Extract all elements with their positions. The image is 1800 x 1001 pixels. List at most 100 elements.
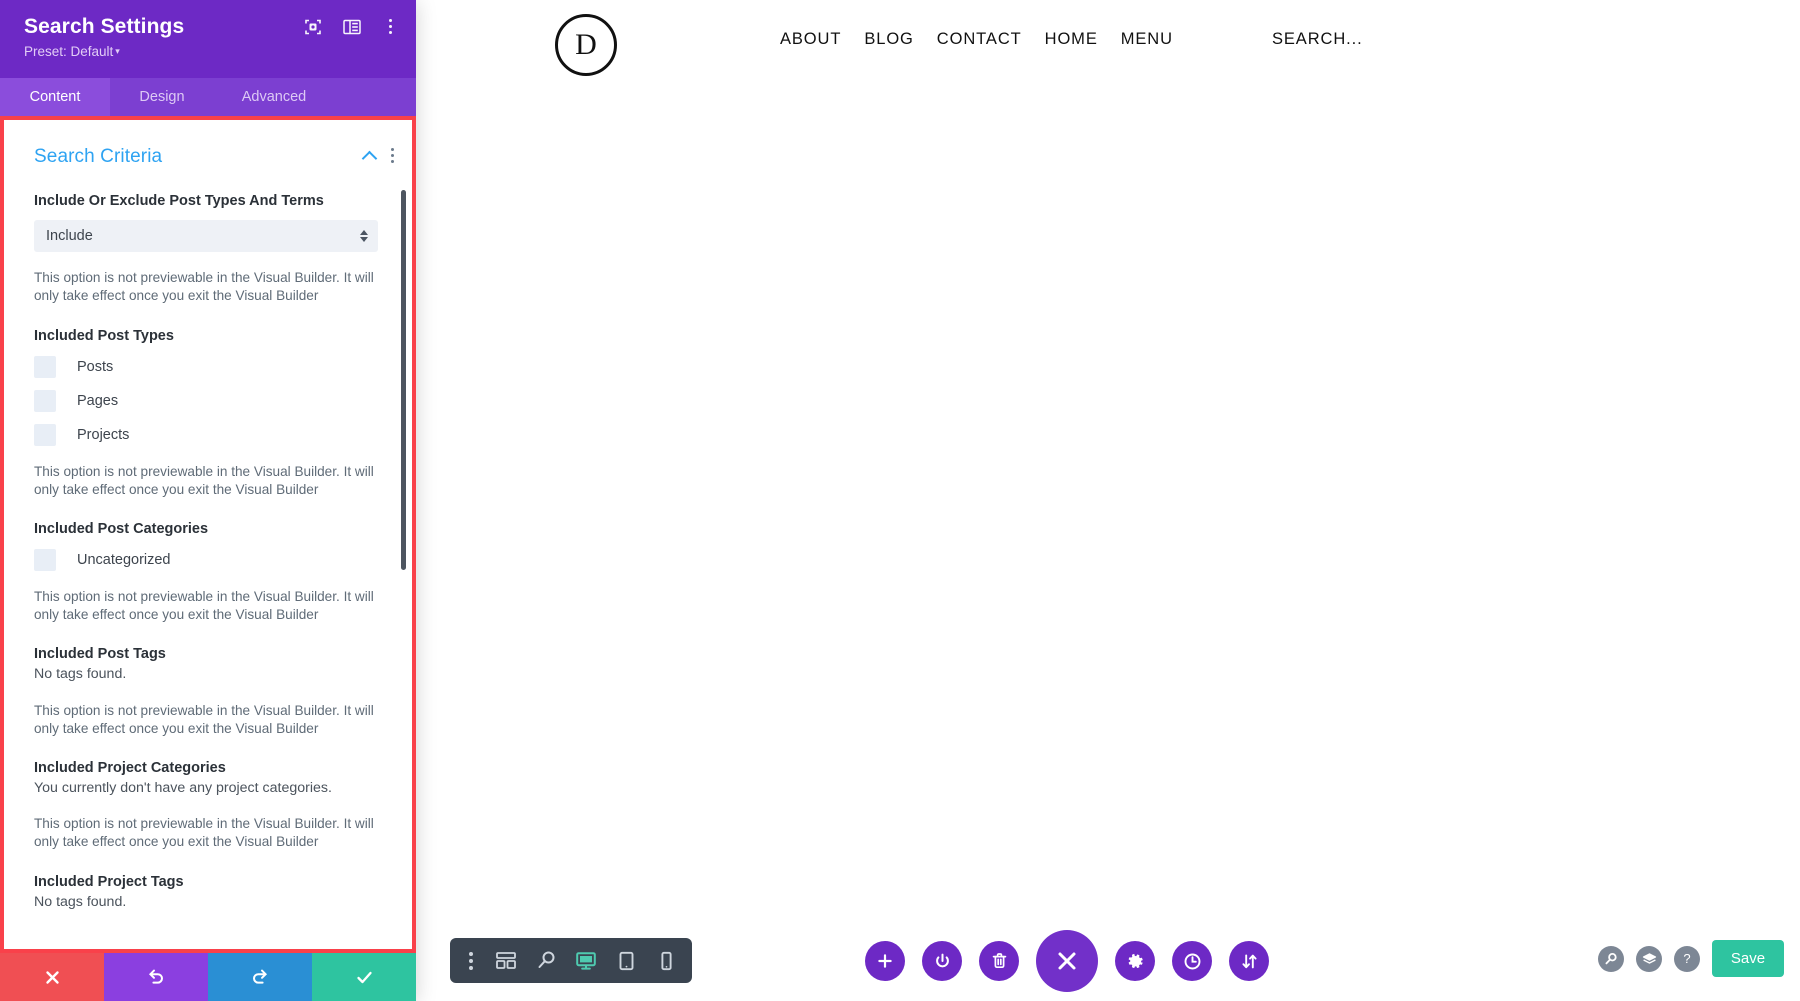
project-categories-empty-text: You currently don't have any project cat… — [34, 779, 332, 796]
tab-advanced[interactable]: Advanced — [214, 78, 334, 116]
layout-columns-icon[interactable] — [342, 17, 361, 36]
preset-label: Preset: Default — [24, 44, 114, 60]
more-vertical-dots — [469, 951, 473, 970]
label-included-post-tags: Included Post Tags — [34, 646, 166, 663]
clock-icon — [1184, 953, 1200, 969]
history-button[interactable] — [1172, 941, 1212, 981]
checkbox-projects[interactable]: Projects — [34, 423, 386, 446]
gear-icon — [1128, 953, 1143, 968]
help-text-include-exclude: This option is not previewable in the Vi… — [34, 270, 374, 304]
plus-icon — [878, 954, 892, 968]
checkbox-label: Projects — [77, 426, 130, 443]
nav-item-menu[interactable]: MENU — [1121, 30, 1173, 49]
undo-button[interactable] — [104, 953, 208, 1001]
nav-item-contact[interactable]: CONTACT — [937, 30, 1022, 49]
checkbox-box[interactable] — [34, 355, 56, 378]
nav-item-home[interactable]: HOME — [1045, 30, 1098, 49]
undo-icon — [148, 969, 163, 984]
modal-body-highlight: Search Criteria Include Or Exclude Post … — [0, 116, 416, 953]
modal-tabs: Content Design Advanced — [0, 78, 416, 116]
site-logo[interactable]: D — [555, 14, 617, 76]
settings-button[interactable] — [1115, 941, 1155, 981]
help-button[interactable]: ? — [1674, 945, 1700, 972]
nav-item-blog[interactable]: BLOG — [864, 30, 913, 49]
scrollbar-thumb[interactable] — [401, 190, 406, 570]
help-text-project-categories: This option is not previewable in the Vi… — [34, 816, 374, 850]
layers-icon — [1642, 952, 1656, 964]
chevron-down-icon: ▾ — [115, 46, 120, 57]
modal-header-icons — [303, 17, 400, 36]
focus-target-icon[interactable] — [303, 17, 322, 36]
more-vertical-icon[interactable] — [391, 148, 394, 163]
phone-view-icon[interactable] — [646, 938, 686, 983]
checkbox-label: Uncategorized — [77, 551, 171, 568]
sort-arrows-icon — [1241, 953, 1257, 968]
close-menu-button[interactable] — [1036, 930, 1098, 992]
settings-fields: Include Or Exclude Post Types And Terms … — [4, 192, 412, 912]
help-text-post-tags: This option is not previewable in the Vi… — [34, 702, 374, 736]
builder-actions-toolbar — [865, 930, 1269, 992]
zoom-out-view-icon[interactable] — [526, 938, 566, 983]
include-exclude-select[interactable]: Include — [34, 220, 378, 253]
cancel-button[interactable] — [0, 953, 104, 1001]
tablet-view-icon[interactable] — [606, 938, 646, 983]
checkbox-uncategorized[interactable]: Uncategorized — [34, 548, 386, 571]
include-exclude-value: Include — [46, 228, 93, 245]
tab-design[interactable]: Design — [110, 78, 214, 116]
redo-button[interactable] — [208, 953, 312, 1001]
redo-icon — [253, 969, 268, 984]
question-icon: ? — [1683, 951, 1691, 966]
modal-body: Search Criteria Include Or Exclude Post … — [4, 120, 412, 949]
preset-selector[interactable]: Preset: Default ▾ — [24, 44, 396, 59]
site-search-label[interactable]: SEARCH... — [1272, 30, 1363, 49]
site-nav: ABOUT BLOG CONTACT HOME MENU — [780, 30, 1173, 49]
section-header-search-criteria[interactable]: Search Criteria — [4, 120, 412, 176]
save-button[interactable]: Save — [1712, 940, 1784, 977]
builder-utility-toolbar: ? Save — [1598, 940, 1784, 977]
checkbox-label: Posts — [77, 358, 114, 375]
tab-content[interactable]: Content — [0, 78, 110, 116]
power-icon — [935, 953, 949, 967]
toolbar-more-icon[interactable] — [456, 938, 486, 983]
desktop-view-icon[interactable] — [566, 938, 606, 983]
layers-button[interactable] — [1636, 945, 1662, 972]
close-icon — [45, 970, 59, 984]
label-included-post-categories: Included Post Categories — [34, 520, 209, 537]
logo-letter: D — [575, 28, 597, 61]
checkbox-box[interactable] — [34, 423, 56, 446]
post-tags-empty-text: No tags found. — [34, 666, 127, 683]
trash-icon — [992, 953, 1006, 969]
checkbox-label: Pages — [77, 392, 119, 409]
chevron-up-icon[interactable] — [363, 149, 377, 163]
apply-button[interactable] — [312, 953, 416, 1001]
chevron-updown-icon — [360, 230, 368, 243]
close-icon — [1058, 952, 1076, 970]
add-module-button[interactable] — [865, 941, 905, 981]
modal-footer — [0, 953, 416, 1001]
view-mode-toolbar — [450, 938, 692, 983]
section-actions — [363, 148, 394, 163]
project-tags-empty-text: No tags found. — [34, 893, 127, 910]
checkbox-pages[interactable]: Pages — [34, 389, 386, 412]
label-included-project-tags: Included Project Tags — [34, 873, 184, 890]
wireframe-view-icon[interactable] — [486, 938, 526, 983]
search-button[interactable] — [1598, 945, 1624, 972]
section-title: Search Criteria — [34, 146, 163, 167]
help-text-post-types: This option is not previewable in the Vi… — [34, 463, 374, 497]
more-vertical-icon[interactable] — [381, 17, 400, 36]
nav-item-about[interactable]: ABOUT — [780, 30, 841, 49]
portability-button[interactable] — [1229, 941, 1269, 981]
checkbox-box[interactable] — [34, 548, 56, 571]
label-include-exclude: Include Or Exclude Post Types And Terms — [34, 193, 324, 209]
label-included-project-categories: Included Project Categories — [34, 759, 226, 776]
toggle-builder-button[interactable] — [922, 941, 962, 981]
magnifier-icon — [1605, 952, 1617, 964]
search-settings-modal: Search Settings Preset: Default ▾ Conten… — [0, 0, 416, 1001]
delete-button[interactable] — [979, 941, 1019, 981]
checkbox-box[interactable] — [34, 389, 56, 412]
panel-scrollbar[interactable] — [399, 120, 408, 949]
more-vertical-dots — [389, 19, 392, 34]
checkbox-posts[interactable]: Posts — [34, 355, 386, 378]
modal-header: Search Settings Preset: Default ▾ — [0, 0, 416, 78]
check-icon — [356, 971, 372, 983]
